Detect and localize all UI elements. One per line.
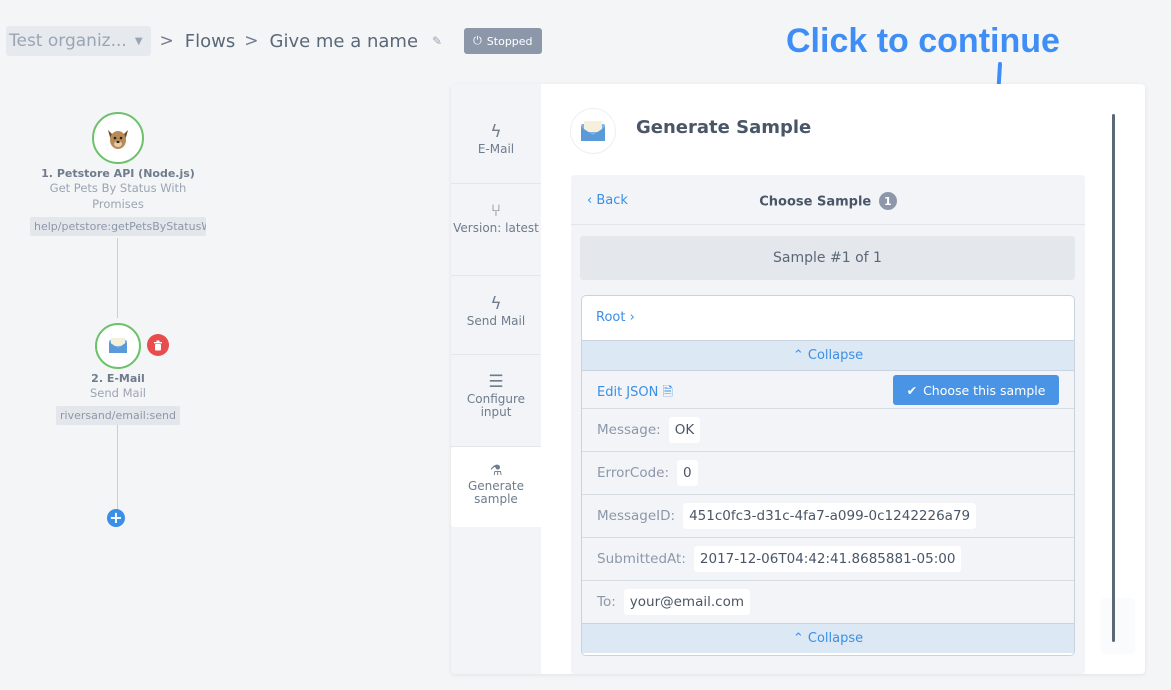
step-panel: ϟ E-Mail ⑂ Version: latest ϟ Send Mail ☰… — [451, 84, 1145, 674]
field-key: MessageID: — [597, 508, 676, 524]
divider — [451, 183, 541, 184]
field-key: SubmittedAt: — [597, 551, 686, 567]
flow-node-email[interactable]: 2. E-Mail Send Mail riversand/email:send — [20, 323, 216, 429]
status-badge[interactable]: ⏻ Stopped — [464, 28, 542, 54]
step-email[interactable]: ϟ E-Mail — [451, 122, 541, 156]
power-icon: ⏻ — [473, 34, 482, 47]
divider — [451, 275, 541, 276]
node-title: 1. Petstore API (Node.js) — [41, 167, 195, 180]
breadcrumb-separator-icon: > — [159, 31, 174, 51]
branch-icon: ⑂ — [490, 201, 502, 221]
field-key: Message: — [597, 422, 661, 438]
edit-json-link[interactable]: Edit JSON 🗎 — [597, 383, 673, 405]
bolt-icon: ϟ — [490, 294, 502, 314]
flask-icon: ⚗ — [489, 463, 503, 479]
step-send-mail[interactable]: ϟ Send Mail — [451, 294, 541, 328]
collapse-bottom-button[interactable]: ⌃ Collapse — [582, 623, 1074, 653]
chevron-down-icon: ▼ — [134, 35, 143, 47]
step-generate-sample[interactable]: ⚗ Generate sample — [451, 447, 541, 527]
step-label: Generate sample — [467, 479, 525, 506]
node-description: Send Mail — [90, 386, 146, 400]
menu-icon: ☰ — [488, 372, 504, 392]
connector-line — [117, 238, 118, 318]
delete-node-button[interactable] — [147, 334, 169, 356]
bolt-icon: ϟ — [490, 122, 502, 142]
field-row-submittedat: SubmittedAt: 2017-12-06T04:42:41.8685881… — [582, 537, 1074, 580]
json-toolbar: Edit JSON 🗎 ✔ Choose this sample — [582, 370, 1074, 408]
node-description: Get Pets By Status With Promises — [49, 181, 187, 211]
scrollbar[interactable] — [1112, 114, 1115, 642]
flow-name[interactable]: Give me a name — [270, 31, 419, 52]
field-value: 2017-12-06T04:42:41.8685881-05:00 — [693, 546, 962, 572]
status-label: Stopped — [486, 34, 533, 48]
field-row-to: To: your@email.com — [582, 580, 1074, 623]
chevron-up-icon: ⌃ — [792, 348, 804, 363]
choose-sample-card: ‹ Back Choose Sample 1 Sample #1 of 1 Ro… — [571, 175, 1085, 674]
node-tag: riversand/email:send — [55, 406, 180, 425]
choose-sample-title: Choose Sample 1 — [571, 192, 1085, 210]
node-tag: help/petstore:getPetsByStatusW — [30, 217, 206, 236]
field-row-message: Message: OK — [582, 408, 1074, 451]
step-label: Configure input — [466, 392, 526, 419]
choose-this-sample-button[interactable]: ✔ Choose this sample — [893, 375, 1059, 405]
card-header: ‹ Back Choose Sample 1 — [571, 175, 1085, 225]
sample-selector[interactable]: Sample #1 of 1 — [580, 236, 1075, 280]
step-label: E-Mail — [477, 142, 515, 156]
sample-tree: Root › ⌃ Collapse Edit JSON 🗎 ✔ Choose t… — [581, 295, 1075, 656]
step-label: Version: latest — [453, 221, 539, 235]
field-key: To: — [597, 594, 616, 610]
flow-node-petstore[interactable]: 1. Petstore API (Node.js) Get Pets By St… — [20, 112, 216, 240]
choose-button-label: Choose this sample — [923, 382, 1046, 398]
field-value: 0 — [677, 460, 698, 486]
field-key: ErrorCode: — [597, 465, 670, 481]
root-breadcrumb[interactable]: Root › — [582, 296, 1074, 340]
chevron-up-icon: ⌃ — [792, 631, 804, 646]
edit-json-label: Edit JSON — [597, 385, 659, 400]
checkmark-icon: ✔ — [906, 382, 918, 398]
field-value: OK — [668, 417, 701, 443]
field-row-messageid: MessageID: 451c0fc3-d31c-4fa7-a099-0c124… — [582, 494, 1074, 537]
dog-icon — [92, 112, 144, 164]
panel-content: Generate Sample ‹ Back Choose Sample 1 S… — [541, 84, 1145, 674]
breadcrumb-separator-icon: > — [244, 31, 259, 51]
collapse-top-button[interactable]: ⌃ Collapse — [582, 340, 1074, 370]
scroll-corner — [1101, 598, 1135, 654]
envelope-icon — [95, 323, 141, 369]
field-value: your@email.com — [623, 589, 750, 615]
connector-line — [117, 425, 118, 509]
envelope-icon — [570, 108, 616, 154]
node-title: 2. E-Mail — [91, 372, 145, 385]
breadcrumb: Test organiz... ▼ > Flows > Give me a na… — [6, 26, 542, 56]
add-step-button[interactable]: + — [107, 509, 125, 527]
divider — [451, 354, 541, 355]
breadcrumb-flows[interactable]: Flows — [185, 31, 235, 52]
edit-document-icon: 🗎 — [662, 385, 673, 400]
collapse-label: Collapse — [807, 631, 864, 646]
org-select[interactable]: Test organiz... ▼ — [6, 26, 151, 56]
plus-icon: + — [109, 508, 123, 527]
step-configure-input[interactable]: ☰ Configure input — [451, 372, 541, 419]
sample-count-badge: 1 — [878, 192, 897, 210]
choose-sample-label: Choose Sample — [759, 194, 872, 210]
steps-sidebar: ϟ E-Mail ⑂ Version: latest ϟ Send Mail ☰… — [451, 84, 541, 674]
root-label: Root — [596, 310, 626, 325]
annotation-text: Click to continue — [786, 22, 1060, 60]
org-select-label: Test organiz... — [9, 31, 127, 51]
field-value: 451c0fc3-d31c-4fa7-a099-0c1242226a79 — [683, 503, 977, 529]
collapse-label: Collapse — [807, 348, 864, 363]
panel-title: Generate Sample — [636, 117, 812, 138]
step-label: Send Mail — [466, 314, 526, 328]
step-version[interactable]: ⑂ Version: latest — [451, 201, 541, 235]
chevron-right-icon: › — [629, 310, 635, 325]
trash-icon — [154, 340, 162, 350]
field-row-errorcode: ErrorCode: 0 — [582, 451, 1074, 494]
pencil-icon[interactable]: ✎ — [432, 34, 442, 48]
